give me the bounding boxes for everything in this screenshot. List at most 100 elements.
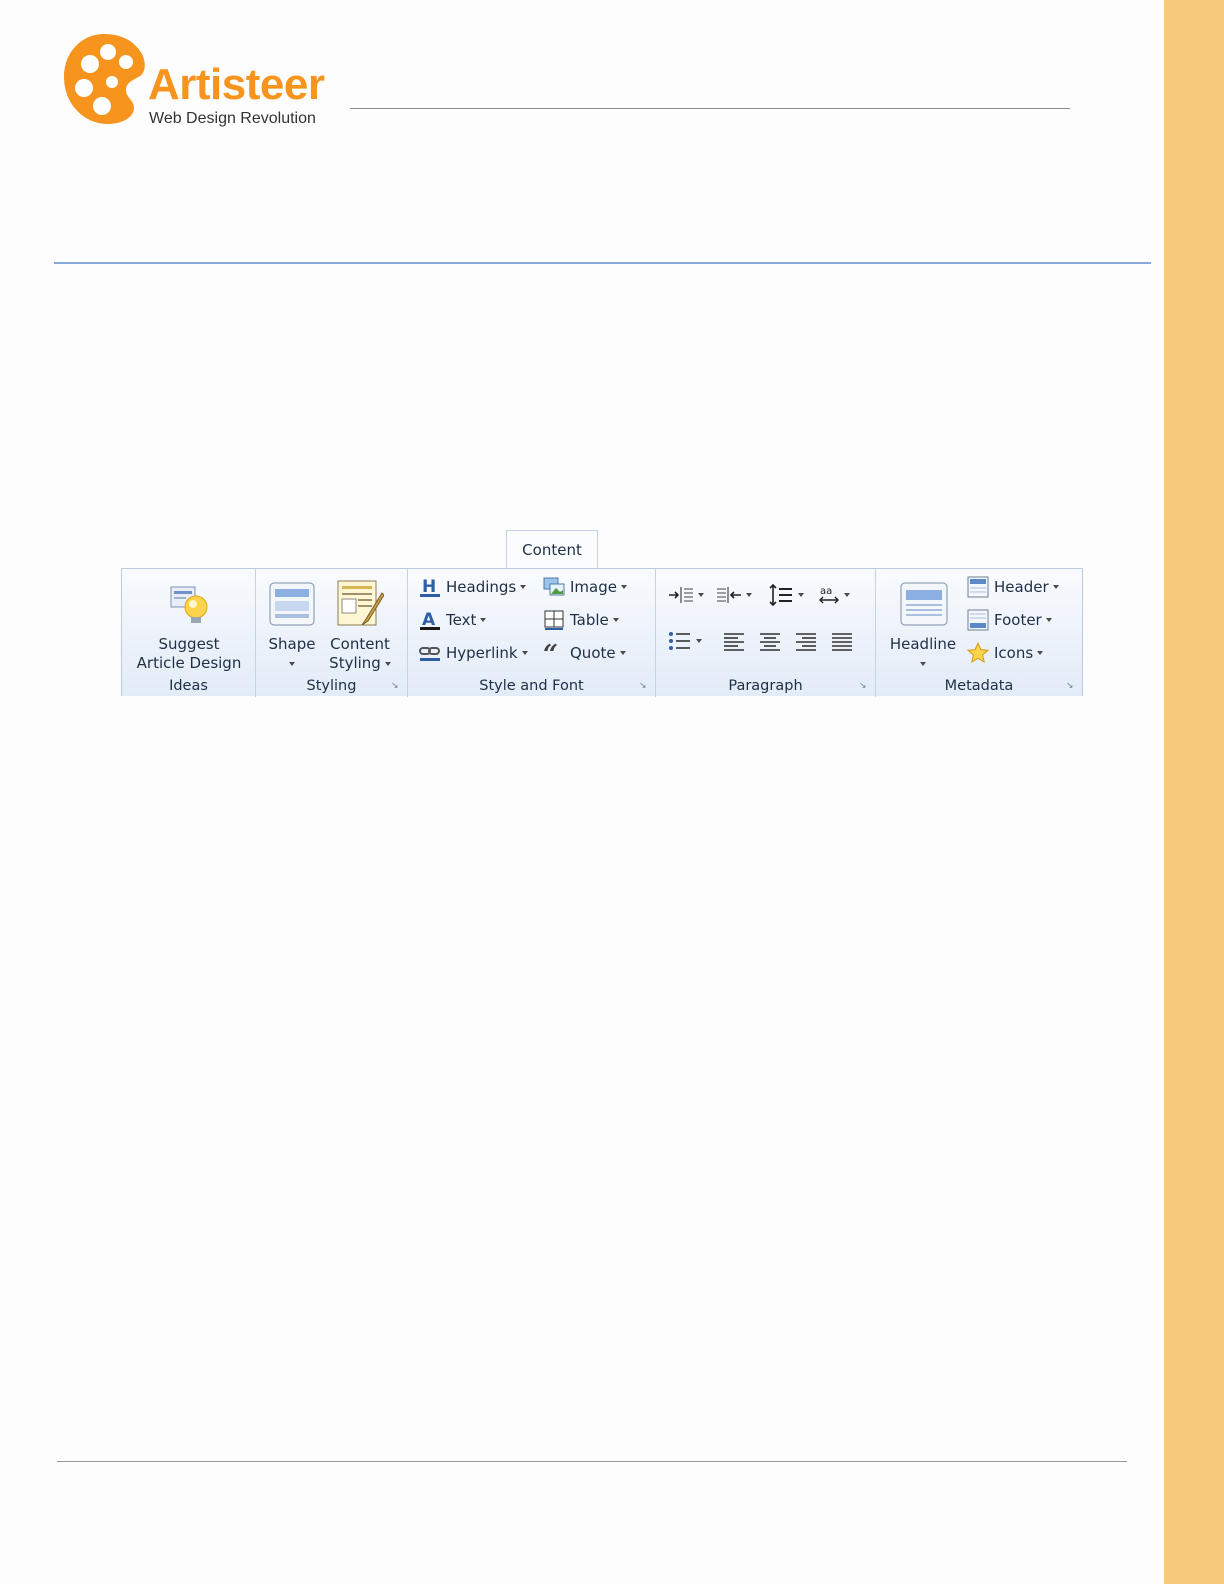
text-color-icon: A (418, 608, 442, 632)
decrease-indent-button[interactable] (716, 583, 752, 607)
quote-label: Quote (570, 644, 616, 662)
svg-text:aa: aa (820, 586, 832, 597)
headline-icon (900, 582, 948, 626)
line-spacing-icon (769, 584, 792, 606)
headline-label: Headline (889, 635, 957, 653)
suggest-label-line1: Suggest (158, 635, 220, 653)
align-left-button[interactable] (722, 629, 746, 653)
headline-button[interactable]: Headline (884, 575, 962, 673)
header-icon (966, 575, 990, 599)
image-icon (542, 575, 566, 599)
character-spacing-icon: aa (819, 586, 839, 604)
dialog-launcher-icon[interactable]: ↘ (1066, 681, 1076, 691)
text-button[interactable]: A Text (418, 607, 487, 633)
chevron-down-icon (844, 593, 850, 597)
footer-button[interactable]: Footer (966, 607, 1052, 633)
group-label-paragraph: Paragraph (728, 678, 803, 694)
character-spacing-button[interactable]: aa (818, 583, 850, 607)
header-button[interactable]: Header (966, 574, 1059, 600)
quote-button[interactable]: “ Quote (542, 640, 626, 666)
table-button[interactable]: Table (542, 607, 619, 633)
headings-icon: H (418, 575, 442, 599)
chevron-down-icon (746, 593, 752, 597)
dialog-launcher-icon[interactable]: ↘ (859, 681, 869, 691)
star-icon (966, 641, 990, 665)
chevron-down-icon (1052, 585, 1059, 589)
align-right-icon (796, 633, 816, 651)
bullet-list-icon (669, 632, 690, 650)
shape-icon (269, 582, 315, 626)
increase-indent-icon (669, 587, 693, 603)
chevron-down-icon (1045, 618, 1052, 622)
hyperlink-label: Hyperlink (446, 644, 518, 662)
image-button[interactable]: Image (542, 574, 627, 600)
dialog-launcher-icon[interactable]: ↘ (391, 681, 401, 691)
group-label-ideas: Ideas (169, 678, 208, 694)
ribbon-group-style-and-font: H Headings A Text Hyperlink Image Table … (408, 569, 656, 697)
ribbon-group-metadata: Headline Header Footer Icons Metadata ↘ (876, 569, 1082, 697)
palette-icon (64, 34, 145, 124)
group-label-style-and-font: Style and Font (479, 678, 584, 694)
justify-button[interactable] (830, 629, 854, 653)
dialog-launcher-icon[interactable]: ↘ (639, 681, 649, 691)
headings-button[interactable]: H Headings (418, 574, 527, 600)
chevron-down-icon (798, 593, 804, 597)
artisteer-logo: Artisteer Web Design Revolution (62, 32, 352, 132)
header-rule (350, 108, 1070, 109)
align-center-icon (760, 633, 780, 651)
chevron-down-icon (521, 651, 528, 655)
ribbon-group-paragraph: aa Paragraph ↘ (656, 569, 876, 697)
content-styling-label-line2: Styling (329, 654, 381, 672)
justify-icon (832, 633, 852, 651)
decrease-indent-icon (717, 587, 741, 603)
svg-text:“: “ (543, 641, 558, 665)
quote-icon: “ (542, 641, 566, 665)
chevron-down-icon (884, 654, 962, 673)
ribbon-group-styling: Shape Content Styling Styling ↘ (256, 569, 408, 697)
ribbon-group-ideas: Suggest Article Design Ideas (122, 569, 256, 697)
chevron-down-icon (698, 593, 704, 597)
table-icon (542, 608, 566, 632)
image-label: Image (570, 578, 617, 596)
hyperlink-icon (418, 641, 442, 665)
section-divider (54, 262, 1151, 264)
footer-rule (57, 1461, 1127, 1462)
text-label: Text (446, 611, 477, 629)
chevron-down-icon (480, 618, 487, 622)
chevron-down-icon (520, 585, 527, 589)
group-label-metadata: Metadata (944, 678, 1014, 694)
shape-button[interactable]: Shape (264, 575, 320, 673)
content-styling-button[interactable]: Content Styling (324, 575, 396, 673)
tab-content-label: Content (522, 541, 582, 559)
header-label: Header (994, 578, 1049, 596)
footer-icon (966, 608, 990, 632)
table-label: Table (570, 611, 609, 629)
line-spacing-button[interactable] (768, 583, 804, 607)
align-left-icon (724, 633, 744, 651)
logo-title: Artisteer (148, 60, 325, 109)
chevron-down-icon (384, 661, 391, 666)
suggest-article-design-button[interactable]: Suggest Article Design (128, 575, 250, 673)
chevron-down-icon (619, 651, 626, 655)
align-right-button[interactable] (794, 629, 818, 653)
chevron-down-icon (612, 618, 619, 622)
headings-label: Headings (446, 578, 517, 596)
icons-button[interactable]: Icons (966, 640, 1044, 666)
chevron-down-icon (264, 654, 320, 673)
side-color-band (1164, 0, 1224, 1584)
chevron-down-icon (696, 639, 702, 643)
tab-content[interactable]: Content (506, 530, 598, 568)
chevron-down-icon (620, 585, 627, 589)
group-label-styling: Styling (306, 678, 357, 694)
shape-label: Shape (268, 635, 316, 653)
increase-indent-button[interactable] (668, 583, 704, 607)
lightbulb-icon (170, 586, 208, 623)
bullet-list-button[interactable] (668, 629, 702, 653)
hyperlink-button[interactable]: Hyperlink (418, 640, 528, 666)
align-center-button[interactable] (758, 629, 782, 653)
chevron-down-icon (1037, 651, 1044, 655)
icons-label: Icons (994, 644, 1034, 662)
content-styling-label-line1: Content (330, 635, 390, 653)
suggest-label-line2: Article Design (136, 654, 242, 672)
content-styling-icon (337, 580, 384, 626)
